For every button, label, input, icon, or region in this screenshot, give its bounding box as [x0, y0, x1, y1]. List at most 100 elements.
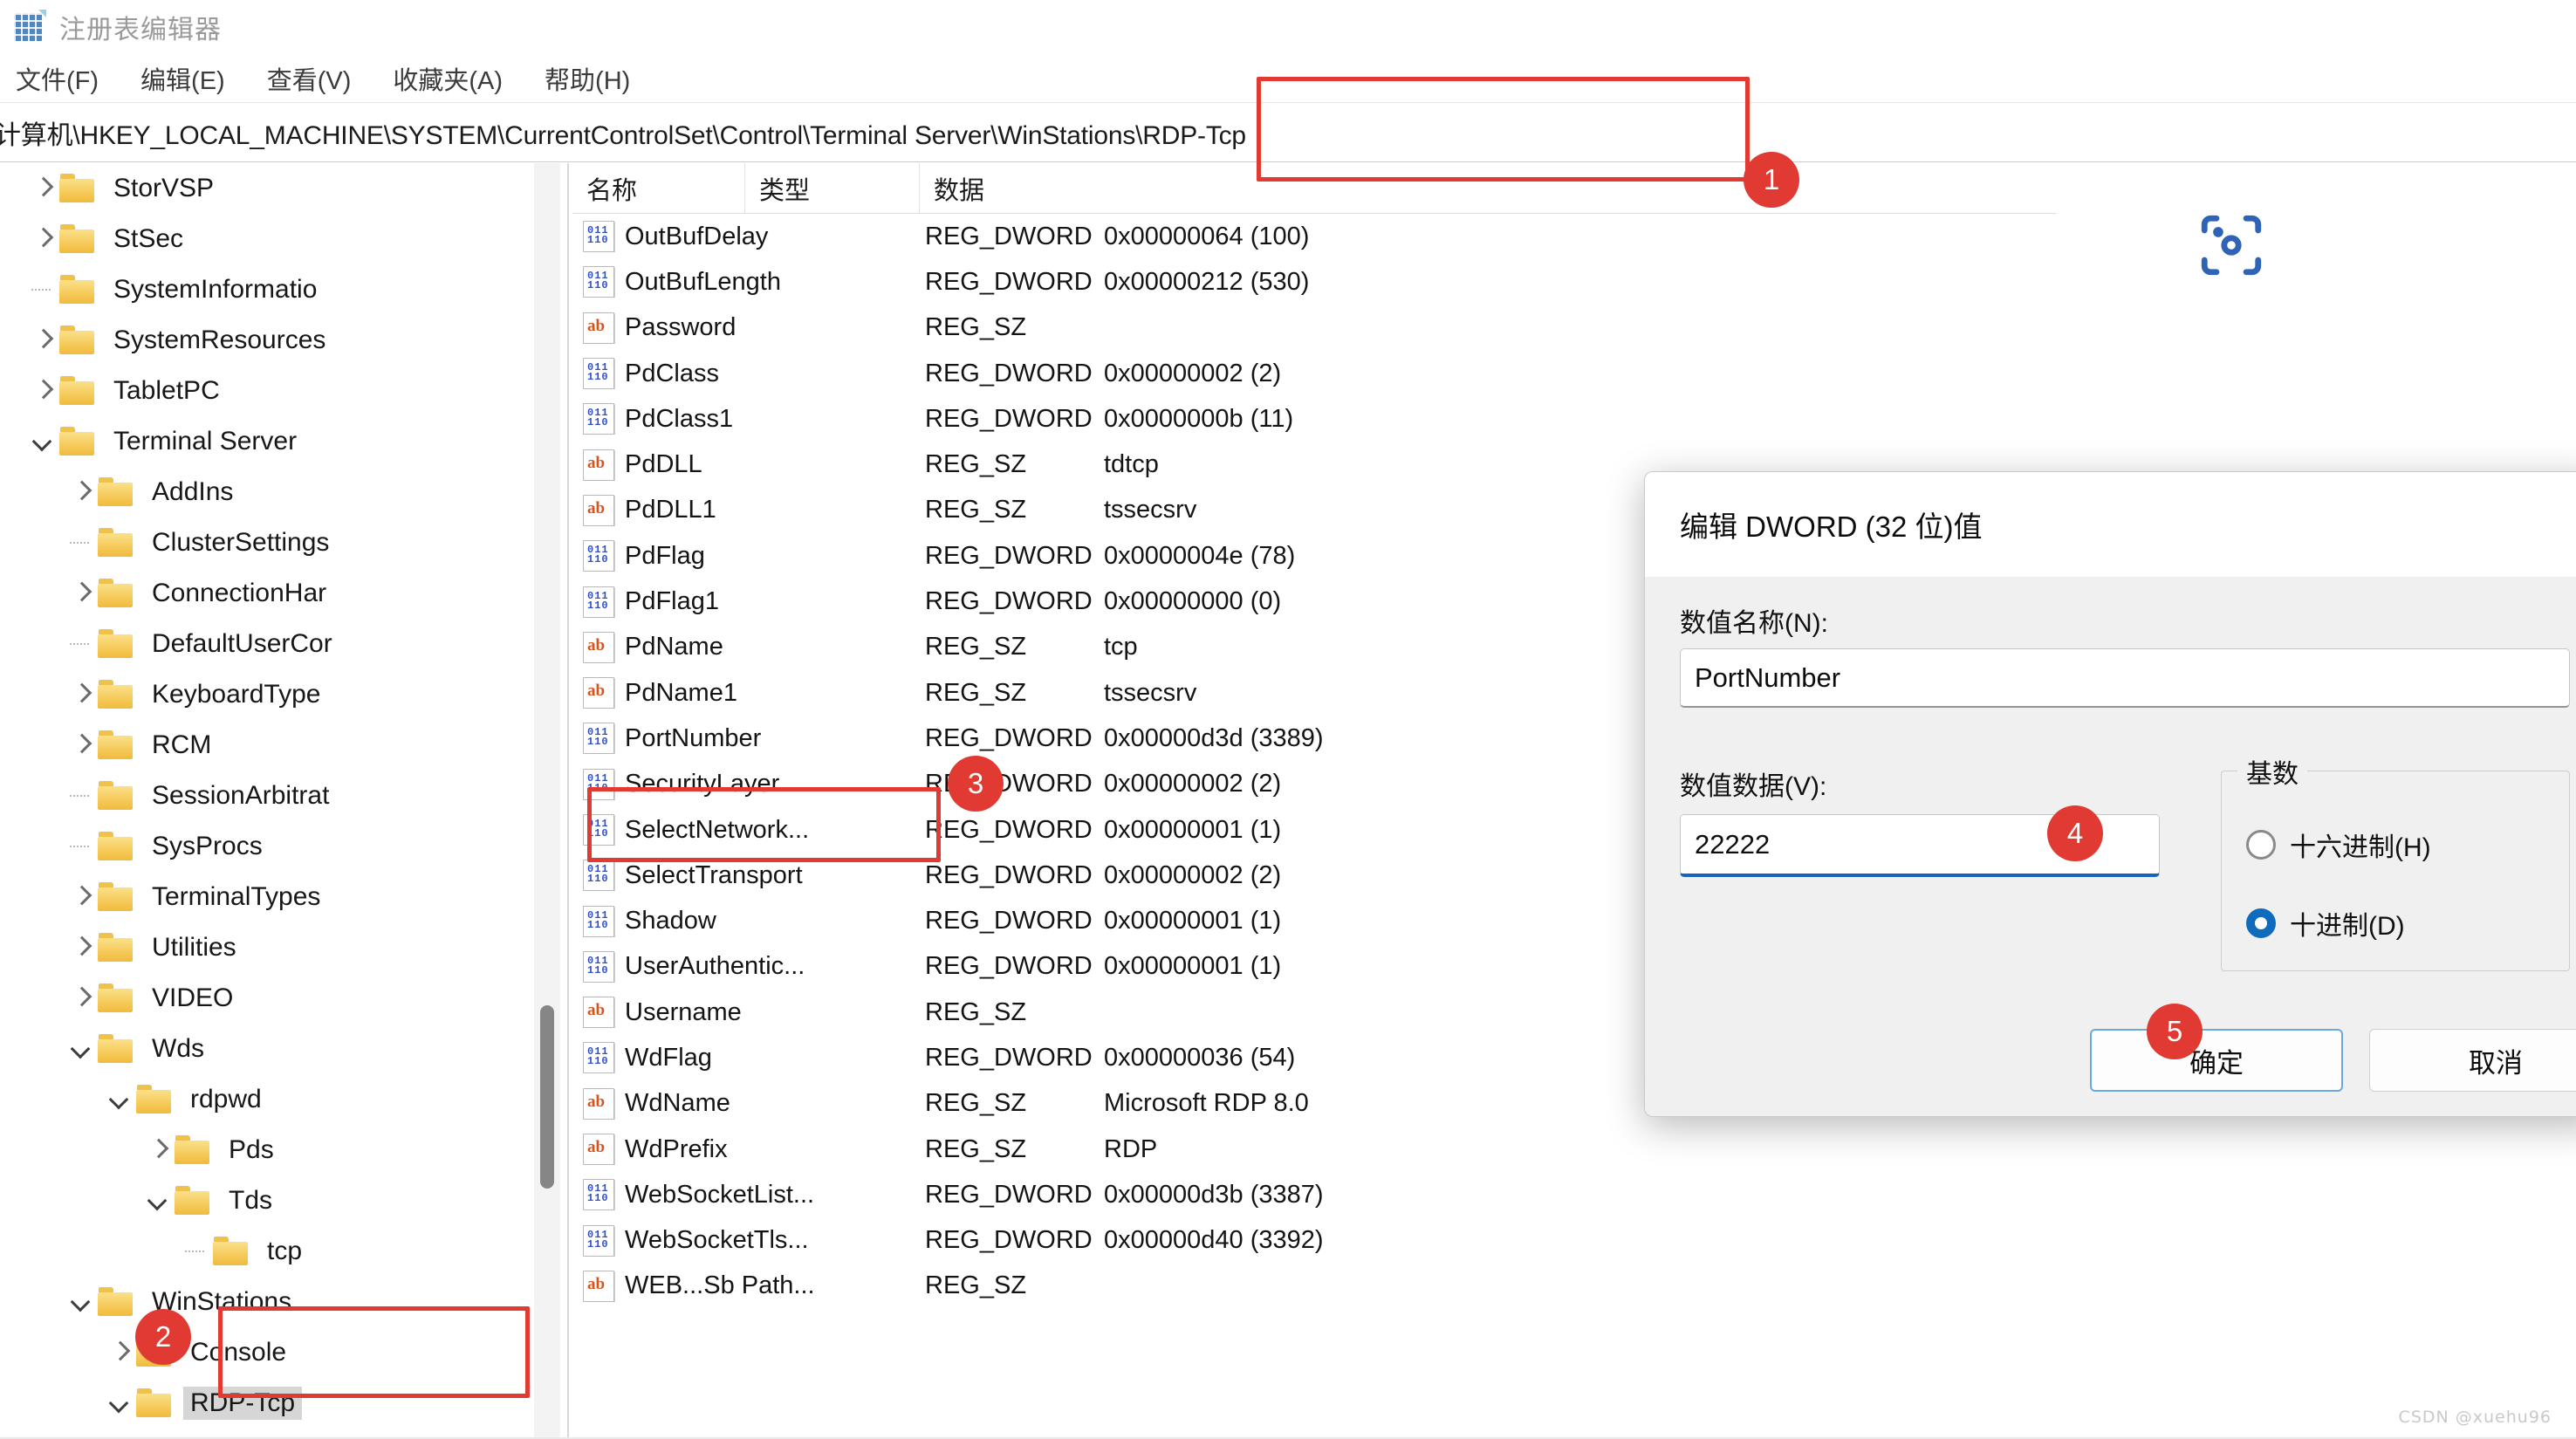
chevron-right-icon[interactable] [66, 477, 96, 507]
tree-item-stsec[interactable]: StSec [0, 214, 524, 264]
tree-item-winstations[interactable]: WinStations [0, 1277, 524, 1327]
folder-icon [213, 1237, 251, 1266]
value-name-cell: 011 110 PdFlag1 [572, 586, 925, 618]
chevron-right-icon[interactable] [66, 730, 96, 760]
tree-item-rcm[interactable]: RCM [0, 720, 524, 771]
chevron-down-icon[interactable] [66, 1287, 96, 1317]
string-value-icon: ab [583, 677, 614, 709]
value-data-cell: 0x00000212 (530) [1104, 267, 1310, 296]
tree-item-video[interactable]: VIDEO [0, 973, 524, 1024]
value-type-cell: REG_DWORD [925, 404, 1093, 433]
value-type-cell: REG_SZ [925, 1271, 1027, 1300]
table-row[interactable]: 011 110 OutBufDelay REG_DWORD 0x00000064 (10… [572, 214, 2056, 259]
tree-item-storvsp[interactable]: StorVSP [0, 163, 524, 214]
tree-item-terminal-server[interactable]: Terminal Server [0, 416, 524, 467]
chevron-down-icon[interactable] [105, 1388, 134, 1418]
chevron-right-icon[interactable] [28, 174, 58, 203]
chevron-right-icon[interactable] [105, 1338, 134, 1367]
pane-divider[interactable] [567, 163, 569, 1439]
value-type-cell: REG_DWORD [925, 952, 1093, 981]
tree-item-utilities[interactable]: Utilities [0, 922, 524, 973]
table-row[interactable]: 011 110 PdClass1 REG_DWORD 0x0000000b (11) [572, 396, 2056, 442]
column-header-data[interactable]: 数据 [920, 163, 2045, 213]
tree-item-systeminformatio[interactable]: SystemInformatio [0, 264, 524, 315]
tree-item-label: SessionArbitrat [152, 781, 330, 810]
tree-item-tcp[interactable]: tcp [0, 1226, 524, 1277]
value-name-text: PdName1 [625, 678, 737, 707]
chevron-right-icon[interactable] [28, 376, 58, 406]
folder-icon [136, 1338, 175, 1367]
screenshot-capture-icon[interactable] [2196, 209, 2267, 281]
address-bar[interactable]: 计算机\HKEY_LOCAL_MACHINE\SYSTEM\CurrentCon… [0, 103, 2576, 162]
chevron-down-icon[interactable] [28, 427, 58, 456]
tree-item-rdpwd[interactable]: rdpwd [0, 1074, 524, 1125]
radio-hexadecimal[interactable]: 十六进制(H) [2246, 826, 2431, 864]
tree-item-label: TabletPC [113, 376, 220, 405]
tree-item-clustersettings[interactable]: ClusterSettings [0, 517, 524, 568]
tree-item-tabletpc[interactable]: TabletPC [0, 366, 524, 416]
ok-button[interactable]: 确定 [2090, 1029, 2343, 1092]
tree-item-console[interactable]: Console [0, 1327, 524, 1378]
table-row[interactable]: 011 110 PdClass REG_DWORD 0x00000002 (2) [572, 351, 2056, 396]
value-type-cell: REG_SZ [925, 678, 1027, 707]
value-name-cell: 011 110 SelectNetwork... [572, 814, 925, 846]
tree-scrollbar-thumb[interactable] [540, 1005, 554, 1189]
chevron-right-icon[interactable] [66, 983, 96, 1013]
chevron-down-icon[interactable] [105, 1085, 134, 1114]
value-name-input[interactable] [1680, 648, 2570, 708]
tree-item-rdp-tcp[interactable]: RDP-Tcp [0, 1378, 524, 1429]
tree-item-label: DefaultUserCor [152, 629, 332, 658]
tree-item-systemresources[interactable]: SystemResources [0, 315, 524, 366]
chevron-right-icon[interactable] [66, 680, 96, 709]
table-row[interactable]: 011 110 WebSocketTls... REG_DWORD 0x00000d40… [572, 1218, 2056, 1264]
menu-file[interactable]: 文件(F) [12, 58, 102, 99]
value-data-cell: 0x00000d40 (3392) [1104, 1226, 1324, 1255]
menu-favorites[interactable]: 收藏夹(A) [389, 58, 506, 99]
tree-item-terminaltypes[interactable]: TerminalTypes [0, 872, 524, 922]
chevron-right-icon[interactable] [66, 579, 96, 608]
table-row[interactable]: ab WEB...Sb Path... REG_SZ [572, 1264, 2056, 1309]
value-name-text: Password [625, 313, 736, 342]
tree-item-wds[interactable]: Wds [0, 1024, 524, 1074]
table-row[interactable]: ab WdPrefix REG_SZ RDP [572, 1127, 2056, 1172]
tree-item-sessionarbitrat[interactable]: SessionArbitrat [0, 771, 524, 821]
tree-item-pds[interactable]: Pds [0, 1125, 524, 1175]
column-header-name[interactable]: 名称 [572, 163, 745, 213]
radio-decimal[interactable]: 十进制(D) [2246, 904, 2405, 942]
tree-item-label: VIDEO [152, 983, 234, 1012]
chevron-right-icon[interactable] [28, 224, 58, 254]
chevron-right-icon[interactable] [28, 325, 58, 355]
value-name-cell: ab PdDLL1 [572, 494, 925, 526]
tree-item-keyboardtype[interactable]: KeyboardType [0, 669, 524, 720]
tree-item-sysprocs[interactable]: SysProcs [0, 821, 524, 872]
dword-value-icon: 011 110 [583, 814, 614, 846]
string-value-icon: ab [583, 997, 614, 1029]
tree-item-tds[interactable]: Tds [0, 1175, 524, 1226]
chevron-down-icon[interactable] [143, 1186, 173, 1216]
chevron-right-icon[interactable] [66, 933, 96, 963]
table-row[interactable]: ab Password REG_SZ [572, 305, 2056, 351]
chevron-right-icon[interactable] [143, 1135, 173, 1165]
folder-icon [59, 275, 98, 305]
value-name-cell: ab Username [572, 997, 925, 1029]
tree-scrollbar-track[interactable] [534, 163, 560, 1439]
tree-item-defaultusercor[interactable]: DefaultUserCor [0, 619, 524, 669]
menu-help[interactable]: 帮助(H) [541, 58, 634, 99]
menu-view[interactable]: 查看(V) [264, 58, 355, 99]
value-data-input[interactable] [1680, 814, 2160, 877]
tree-item-addins[interactable]: AddIns [0, 467, 524, 517]
value-name-text: PdFlag [625, 541, 705, 570]
value-name-label: 数值名称(N): [1680, 609, 1828, 638]
tree-item-label: tcp [267, 1237, 303, 1265]
column-header-type[interactable]: 类型 [745, 163, 920, 213]
menu-edit[interactable]: 编辑(E) [137, 58, 229, 99]
dword-value-icon: 011 110 [583, 358, 614, 390]
chevron-right-icon[interactable] [66, 882, 96, 912]
value-name-cell: ab WdPrefix [572, 1134, 925, 1166]
cancel-button[interactable]: 取消 [2369, 1029, 2576, 1092]
radio-decimal-dot-icon [2246, 908, 2276, 938]
table-row[interactable]: 011 110 WebSocketList... REG_DWORD 0x00000d3… [572, 1172, 2056, 1217]
tree-item-connectionhar[interactable]: ConnectionHar [0, 568, 524, 619]
table-row[interactable]: 011 110 OutBufLength REG_DWORD 0x00000212 (5… [572, 259, 2056, 305]
chevron-down-icon[interactable] [66, 1034, 96, 1064]
